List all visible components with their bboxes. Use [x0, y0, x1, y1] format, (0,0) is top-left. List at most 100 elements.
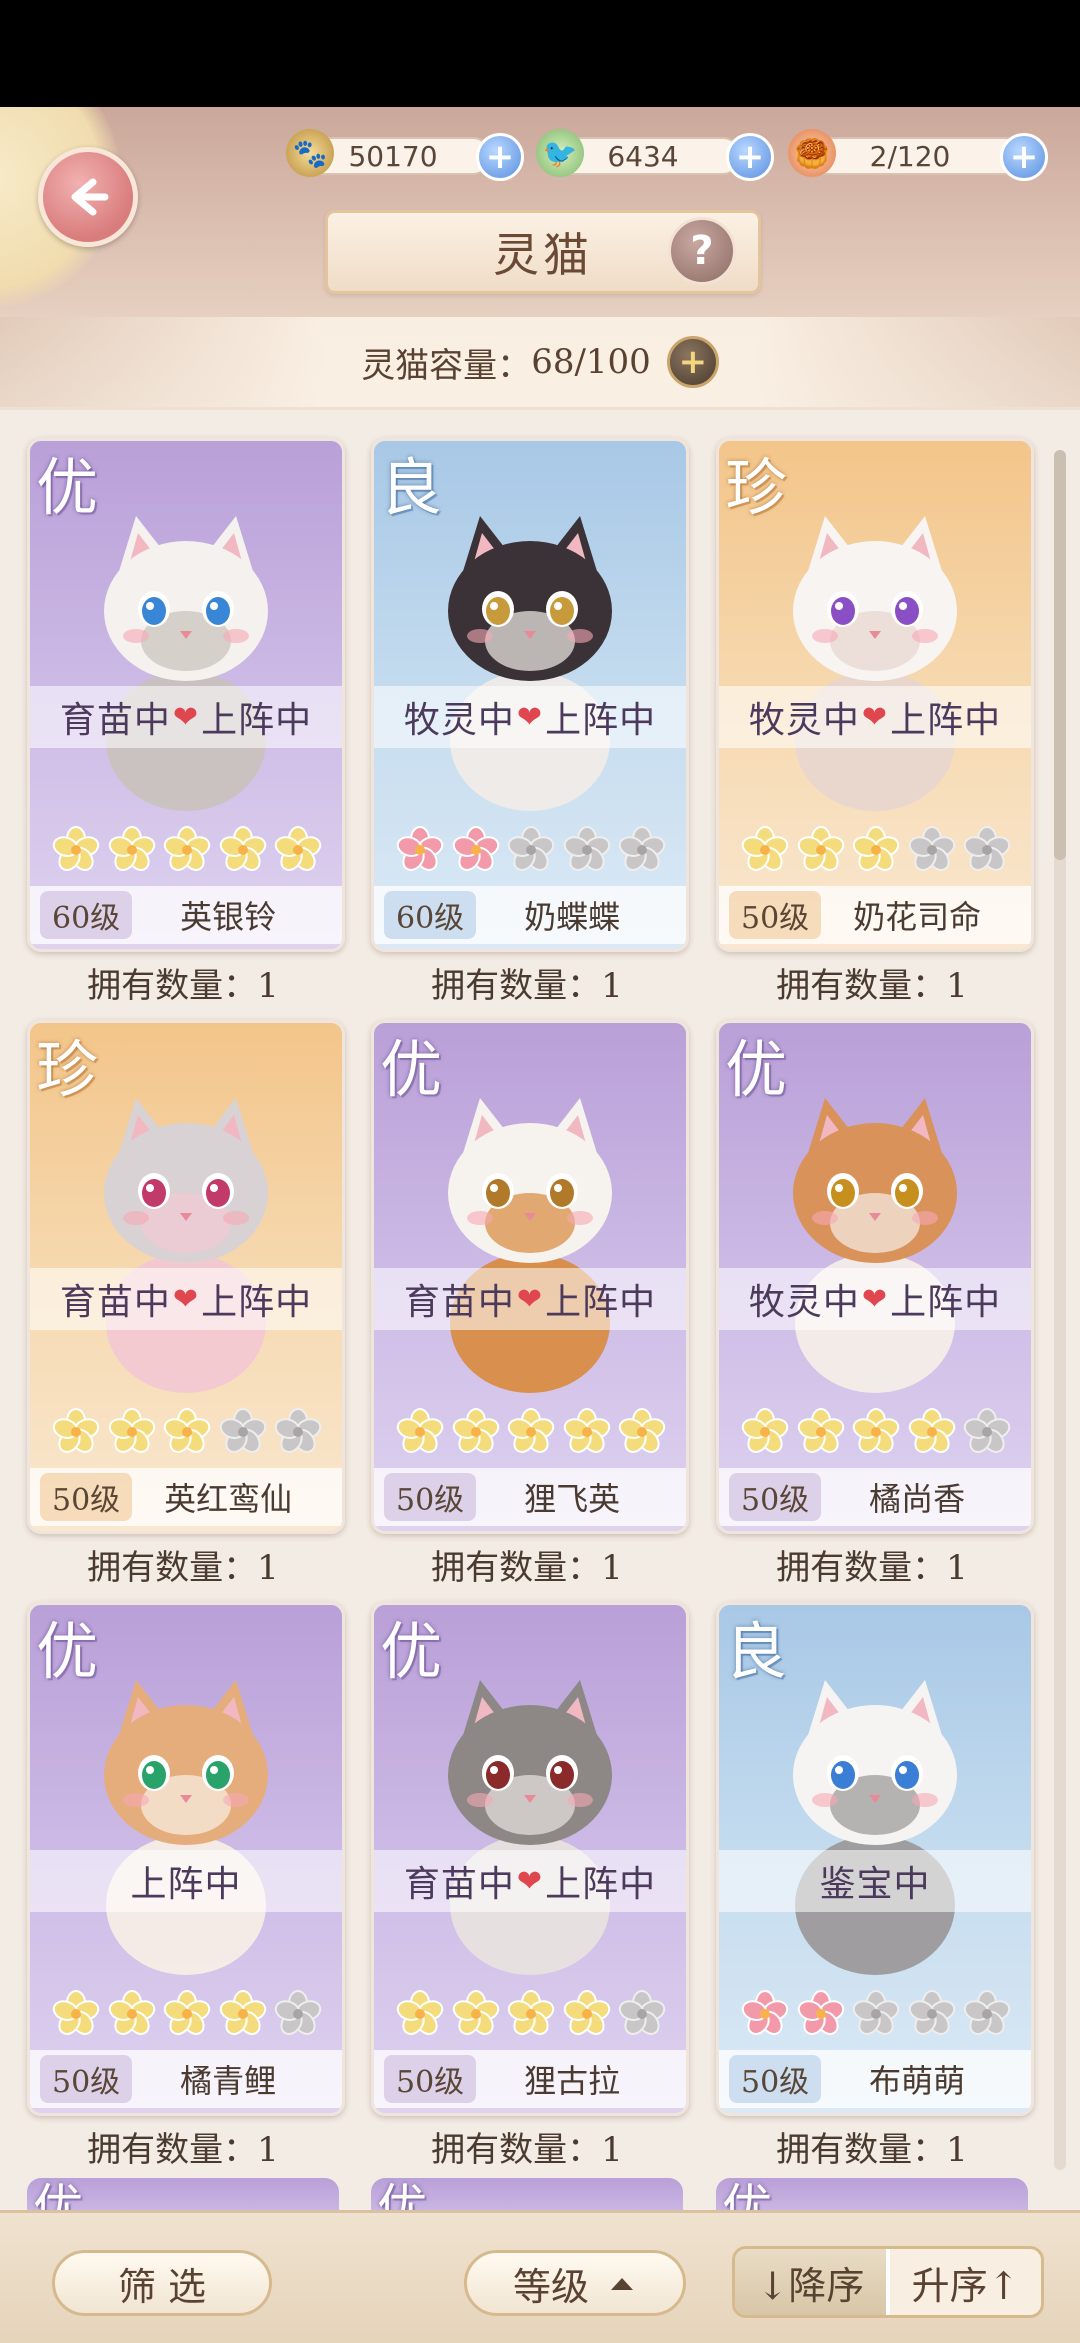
flower-star-icon [908, 1990, 956, 2040]
flower-star-icon [163, 826, 211, 876]
help-button[interactable]: ? [668, 217, 736, 285]
add-food-bowl-button[interactable]: + [1000, 133, 1048, 181]
star-rating [741, 1990, 1011, 2040]
rarity-badge: 良 [380, 451, 443, 524]
status-secondary: 上阵中 [890, 1282, 1002, 1323]
owned-count: 拥有数量：1 [431, 1548, 623, 1588]
scrollbar-thumb[interactable] [1054, 450, 1066, 860]
cat-portrait [793, 516, 957, 811]
flower-star-icon [741, 826, 789, 876]
level-bar: 60级 英银铃 [30, 886, 342, 944]
next-card-peek[interactable]: 优 [371, 2178, 683, 2210]
flower-star-icon [108, 1990, 156, 2040]
cat-name: 布萌萌 [869, 2062, 966, 2100]
rarity-badge: 良 [725, 1615, 788, 1688]
star-rating [52, 826, 322, 876]
add-leaf-bird-button[interactable]: + [726, 133, 774, 181]
heart-icon: ❤ [516, 699, 544, 735]
star-rating [396, 1990, 666, 2040]
level-label: 60级 [40, 891, 133, 939]
level-bar: 50级 橘青鲤 [30, 2050, 342, 2108]
star-rating [741, 1408, 1011, 1458]
sort-field-label: 等级 [512, 2264, 589, 2309]
cat-card[interactable]: 珍牧灵中 ❤ 上阵中 50级 奶花司命 [716, 438, 1034, 952]
cat-card[interactable]: 良鉴宝中 50级 布萌萌 [716, 1602, 1034, 2116]
status-banner: 牧灵中 ❤ 上阵中 [374, 686, 686, 748]
sort-field-dropdown[interactable]: 等级 [464, 2250, 686, 2316]
next-card-peek[interactable]: 优 [27, 2178, 339, 2210]
flower-star-icon [741, 1990, 789, 2040]
add-paw-coin-button[interactable]: + [476, 133, 524, 181]
level-label: 50级 [729, 1473, 822, 1521]
cat-card[interactable]: 优育苗中 ❤ 上阵中 60级 英银铃 [27, 438, 345, 952]
cat-card[interactable]: 优育苗中 ❤ 上阵中 50级 狸古拉 [371, 1602, 689, 2116]
cat-portrait [793, 1680, 957, 1975]
resource-food-bowl: 2/120 🥮 + [788, 129, 1054, 181]
owned-count: 拥有数量：1 [776, 1548, 968, 1588]
status-primary: 育苗中 [403, 1282, 515, 1323]
star-rating [741, 826, 1011, 876]
owned-count: 拥有数量：1 [87, 966, 279, 1006]
flower-star-icon [219, 826, 267, 876]
flower-star-icon [852, 1990, 900, 2040]
cat-card[interactable]: 优育苗中 ❤ 上阵中 50级 狸飞英 [371, 1020, 689, 1534]
filter-button[interactable]: 筛 选 [52, 2250, 272, 2316]
cat-name: 狸飞英 [524, 1480, 621, 1518]
flower-star-icon [507, 1408, 555, 1458]
level-bar: 50级 奶花司命 [719, 886, 1031, 944]
sort-desc-button[interactable]: ↓降序 [735, 2249, 886, 2315]
rarity-badge: 优 [377, 2179, 427, 2210]
flower-star-icon [908, 826, 956, 876]
capacity-bar: 灵猫容量： 68/100 + [0, 317, 1080, 407]
status-banner: 牧灵中 ❤ 上阵中 [719, 686, 1031, 748]
owned-count: 拥有数量：1 [431, 966, 623, 1006]
cat-card[interactable]: 良牧灵中 ❤ 上阵中 60级 奶蝶蝶 [371, 438, 689, 952]
cat-portrait [104, 516, 268, 811]
owned-count: 拥有数量：1 [431, 2130, 623, 2170]
cat-list[interactable]: 优育苗中 ❤ 上阵中 60级 英银铃 拥有数量：1 良牧灵中 ❤ 上阵中 60级 奶蝶蝶 拥有数量：1… [0, 410, 1080, 2210]
level-label: 50级 [729, 891, 822, 939]
cat-portrait [104, 1098, 268, 1393]
flower-star-icon [452, 826, 500, 876]
add-capacity-button[interactable]: + [666, 336, 719, 388]
status-bar [0, 0, 1080, 107]
flower-star-icon [108, 1408, 156, 1458]
status-secondary: 上阵中 [545, 1864, 657, 1905]
header: 50170 🐾 + 6434 🐦 + 2/120 🥮 + 灵猫 ? 灵猫容量： … [0, 107, 1080, 410]
sort-asc-button[interactable]: 升序↑ [890, 2249, 1041, 2315]
cat-name: 英银铃 [180, 898, 277, 936]
rarity-badge: 优 [725, 1033, 788, 1106]
star-rating [52, 1990, 322, 2040]
flower-star-icon [563, 826, 611, 876]
back-button[interactable] [38, 147, 138, 247]
cat-portrait [793, 1098, 957, 1393]
status-primary: 育苗中 [403, 1864, 515, 1905]
level-label: 50级 [384, 1473, 477, 1521]
status-primary: 牧灵中 [748, 1282, 860, 1323]
status-secondary: 鉴宝中 [819, 1864, 931, 1905]
status-banner: 上阵中 [30, 1850, 342, 1912]
caret-up-icon [611, 2278, 633, 2290]
level-label: 50级 [384, 2055, 477, 2103]
cat-card[interactable]: 珍育苗中 ❤ 上阵中 50级 英红鸾仙 [27, 1020, 345, 1534]
cat-card[interactable]: 优牧灵中 ❤ 上阵中 50级 橘尚香 [716, 1020, 1034, 1534]
owned-count: 拥有数量：1 [776, 966, 968, 1006]
owned-count: 拥有数量：1 [87, 2130, 279, 2170]
status-banner: 育苗中 ❤ 上阵中 [374, 1268, 686, 1330]
cat-portrait [448, 1680, 612, 1975]
next-card-peek[interactable]: 优 [716, 2178, 1028, 2210]
flower-star-icon [852, 826, 900, 876]
resource-leaf-bird: 6434 🐦 + [536, 129, 774, 181]
rarity-badge: 珍 [36, 1033, 99, 1106]
flower-star-icon [452, 1408, 500, 1458]
heart-icon: ❤ [516, 1281, 544, 1317]
level-bar: 50级 布萌萌 [719, 2050, 1031, 2108]
cat-card[interactable]: 优上阵中 50级 橘青鲤 [27, 1602, 345, 2116]
status-banner: 育苗中 ❤ 上阵中 [374, 1850, 686, 1912]
status-secondary: 上阵中 [545, 1282, 657, 1323]
level-bar: 50级 英红鸾仙 [30, 1468, 342, 1526]
flower-star-icon [963, 1408, 1011, 1458]
flower-star-icon [507, 826, 555, 876]
sort-order-toggle: ↓降序 升序↑ [732, 2246, 1044, 2318]
cat-portrait [104, 1680, 268, 1975]
